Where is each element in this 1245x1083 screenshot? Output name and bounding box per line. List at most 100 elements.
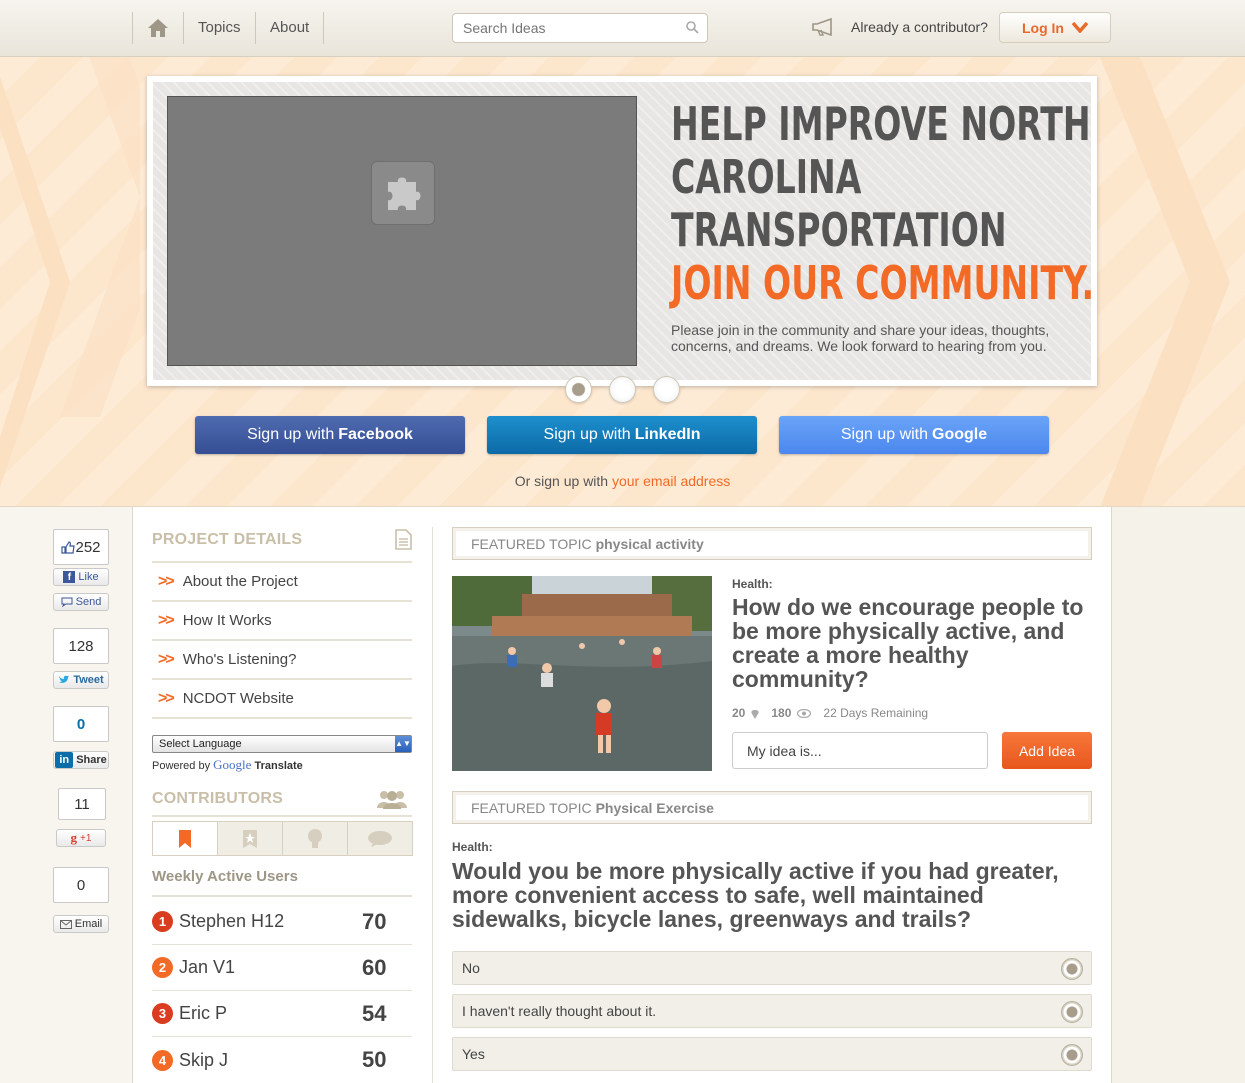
people-group-icon [377, 791, 407, 809]
contributor-name: Skip J [179, 1049, 229, 1070]
home-button[interactable] [132, 12, 184, 44]
poll-option[interactable]: I haven't really thought about it. [452, 994, 1092, 1028]
facebook-icon: f [63, 571, 76, 583]
email-share-button[interactable]: Email [53, 915, 109, 933]
radio-button[interactable] [1061, 1001, 1083, 1023]
gplus-icon: g [70, 830, 78, 845]
tab-star-badge[interactable] [218, 822, 283, 855]
contributor-score: 54 [362, 1000, 387, 1026]
login-label: Log In [1022, 19, 1064, 36]
project-item-ncdot-website[interactable]: >> NCDOT Website [152, 680, 412, 719]
linkedin-icon: in [55, 752, 74, 768]
rank-badge: 2 [152, 957, 173, 978]
double-chevron-icon: >> [158, 650, 175, 668]
linkedin-share-button[interactable]: in Share [53, 751, 109, 769]
signup-linkedin-button[interactable]: Sign up with LinkedIn [487, 416, 757, 454]
signup-facebook-button[interactable]: Sign up with Facebook [195, 416, 465, 454]
speech-bubble-icon [61, 597, 73, 607]
weekly-active-users-label: Weekly Active Users [152, 868, 298, 885]
top-nav: Topics About Already a contributor? Log … [0, 0, 1245, 57]
tab-ideas[interactable] [283, 822, 348, 855]
envelope-icon [59, 919, 72, 929]
contributor-row[interactable]: 1 Stephen H12 70 [152, 899, 412, 945]
radio-button[interactable] [1061, 958, 1083, 980]
ideas-count: 20 [732, 706, 746, 720]
hero-slide: HELP IMPROVE NORTH CAROLINA TRANSPORTATI… [147, 76, 1097, 386]
headline-line-3: TRANSPORTATION [671, 203, 1007, 257]
search-input[interactable] [452, 13, 708, 43]
project-item-about[interactable]: >> About the Project [152, 563, 412, 602]
project-item-how-it-works[interactable]: >> How It Works [152, 602, 412, 641]
project-details-title: PROJECT DETAILS [152, 531, 303, 548]
double-chevron-icon: >> [158, 689, 175, 707]
language-select[interactable]: Select Language ▲▼ [152, 735, 412, 753]
like-count: 252 [53, 529, 109, 565]
tab-comments[interactable] [348, 822, 412, 855]
signup-google-button[interactable]: Sign up with Google [779, 416, 1049, 454]
chevron-down-icon [1072, 22, 1088, 33]
signup-email-link[interactable]: your email address [612, 473, 730, 489]
featured-question[interactable]: How do we encourage people to be more ph… [732, 595, 1092, 691]
fountain-photo [452, 576, 712, 771]
facebook-like-button[interactable]: f Like [53, 568, 109, 586]
hero-intro: Please join in the community and share y… [671, 322, 1050, 354]
rank-badge: 1 [152, 911, 173, 932]
topic-stats: 20 180 22 Days Remaining [732, 706, 928, 720]
rank-badge: 4 [152, 1049, 173, 1071]
contributor-row[interactable]: 3 Eric P 54 [152, 991, 412, 1037]
gplus-count: 11 [58, 788, 106, 820]
bookmark-icon [179, 829, 191, 848]
contributor-name: Stephen H12 [179, 911, 285, 931]
poll-option[interactable]: Yes [452, 1037, 1092, 1071]
video-placeholder[interactable] [167, 96, 637, 366]
linkedin-count: 0 [53, 706, 109, 742]
contributor-row[interactable]: 4 Skip J 50 [152, 1037, 412, 1083]
eye-icon [797, 708, 812, 718]
contributor-row[interactable]: 2 Jan V1 60 [152, 945, 412, 991]
slide-dot-2[interactable] [609, 376, 636, 403]
featured-photo[interactable] [452, 576, 712, 771]
login-button[interactable]: Log In [999, 12, 1111, 43]
featured-category: Health: [732, 577, 773, 591]
select-arrows-icon: ▲▼ [395, 736, 411, 752]
signup-email-text: Or sign up with your email address [514, 473, 731, 489]
radio-button[interactable] [1061, 1044, 1083, 1066]
poll-option[interactable]: No [452, 951, 1092, 985]
featured-category-2: Health: [452, 840, 493, 854]
hero-headline: HELP IMPROVE NORTH CAROLINA TRANSPORTATI… [671, 97, 1095, 310]
idea-input[interactable] [732, 732, 988, 769]
contributors-title: CONTRIBUTORS [152, 790, 283, 807]
megaphone-icon [812, 18, 832, 36]
contributor-text: Already a contributor? [851, 19, 988, 35]
slide-dot-3[interactable] [653, 376, 680, 403]
gplus-button[interactable]: g +1 [56, 829, 106, 847]
tab-bookmark[interactable] [153, 822, 218, 855]
featured-topic-header: FEATURED TOPIC physical activity [452, 527, 1092, 560]
email-count: 0 [53, 867, 109, 903]
lightbulb-icon [308, 828, 322, 848]
nav-about-link[interactable]: About [256, 12, 325, 44]
double-chevron-icon: >> [158, 611, 175, 629]
nav-topics-link[interactable]: Topics [184, 12, 256, 44]
contributor-tabs [152, 821, 413, 856]
facebook-send-button[interactable]: Send [53, 593, 109, 611]
tweet-button[interactable]: Tweet [53, 671, 109, 689]
contributor-score: 60 [362, 954, 387, 980]
thumbs-up-icon [61, 540, 76, 554]
featured-topic-header-2: FEATURED TOPIC Physical Exercise [452, 791, 1092, 824]
add-idea-button[interactable]: Add Idea [1002, 732, 1092, 769]
headline-line-1: HELP IMPROVE NORTH [671, 97, 1091, 151]
star-badge-icon [243, 829, 257, 848]
column-divider [432, 527, 433, 1083]
speech-bubble-icon [368, 830, 392, 847]
slide-dot-1[interactable] [565, 376, 592, 403]
project-item-whos-listening[interactable]: >> Who's Listening? [152, 641, 412, 680]
rank-badge: 3 [152, 1003, 173, 1024]
twitter-bird-icon [59, 675, 70, 683]
headline-line-2: CAROLINA [671, 150, 862, 204]
headline-accent: JOIN OUR COMMUNITY. [671, 256, 1095, 310]
contributor-name: Eric P [179, 1003, 228, 1023]
map-pin-icon [751, 709, 760, 719]
views-count: 180 [771, 706, 792, 720]
contributor-name: Jan V1 [179, 957, 236, 977]
